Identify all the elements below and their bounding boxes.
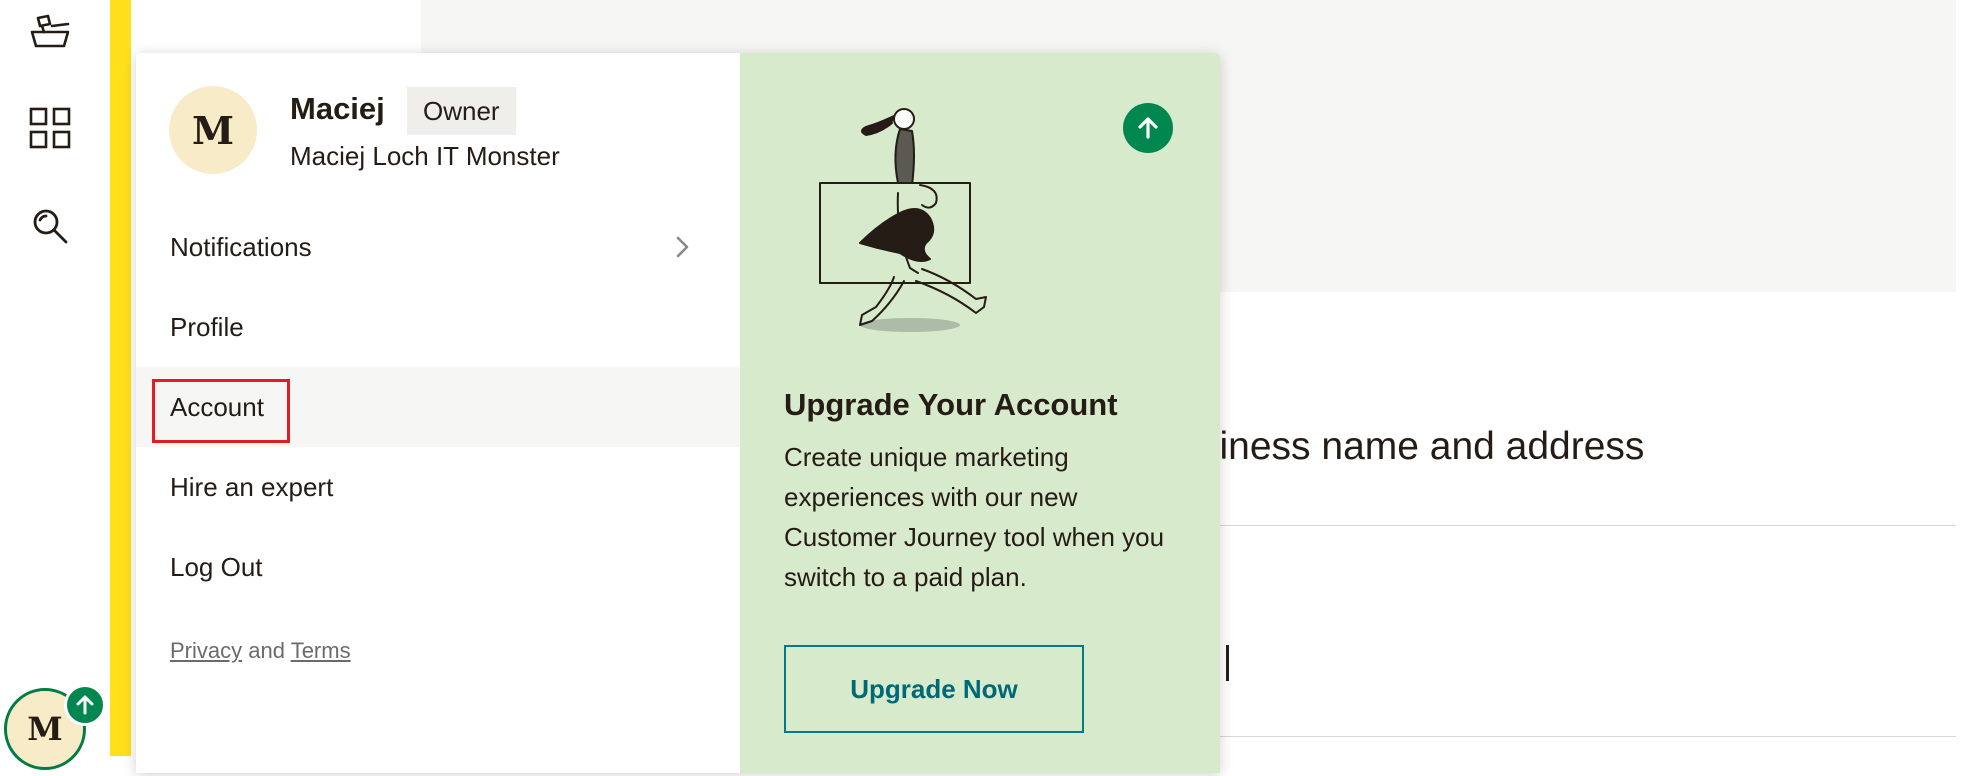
campaigns-icon[interactable] (26, 8, 74, 56)
promo-title: Upgrade Your Account (784, 387, 1118, 422)
menu-item-label: Log Out (170, 551, 263, 582)
menu-item-profile[interactable]: Profile (136, 287, 740, 367)
menu-item-account[interactable]: Account (136, 367, 740, 447)
brand-stripe (110, 0, 131, 756)
account-dropdown: M Maciej Owner Maciej Loch IT Monster No… (136, 53, 1220, 773)
role-badge: Owner (407, 87, 516, 135)
search-icon[interactable] (26, 202, 74, 250)
upgrade-now-button[interactable]: Upgrade Now (784, 645, 1084, 733)
user-avatar: M (169, 86, 257, 174)
upgrade-badge-icon (64, 684, 106, 726)
privacy-link[interactable]: Privacy (170, 638, 242, 663)
promo-description: Create unique marketing experiences with… (784, 442, 1165, 592)
upgrade-promo-pane: Upgrade Your Account Create unique marke… (740, 53, 1220, 773)
legal-links: Privacy and Terms (170, 638, 351, 664)
organization-name: Maciej Loch IT Monster (290, 141, 560, 171)
user-name: Maciej (290, 91, 385, 126)
divider (1210, 525, 1956, 526)
page-edge (1956, 0, 1966, 756)
background-section-heading: siness name and address (1200, 425, 1645, 468)
terms-link[interactable]: Terms (291, 638, 351, 663)
footer-and-text: and (248, 638, 285, 663)
grid-icon[interactable] (26, 104, 74, 152)
account-menu-avatar[interactable]: M (4, 684, 106, 776)
menu-item-label: Hire an expert (170, 471, 334, 502)
background-top-area (131, 0, 421, 60)
text-cursor (1226, 645, 1229, 681)
arrow-up-icon (1123, 103, 1173, 153)
promo-illustration (800, 93, 1020, 338)
divider (1210, 736, 1956, 737)
menu-item-log-out[interactable]: Log Out (136, 527, 740, 607)
menu-item-label: Notifications (170, 231, 312, 262)
account-menu-pane: M Maciej Owner Maciej Loch IT Monster No… (136, 53, 740, 773)
menu-item-label: Account (170, 391, 264, 422)
menu-item-notifications[interactable]: Notifications (136, 207, 740, 287)
chevron-right-icon (668, 233, 696, 261)
menu-item-hire-an-expert[interactable]: Hire an expert (136, 447, 740, 527)
menu-item-label: Profile (170, 311, 244, 342)
left-nav-rail: M (0, 0, 110, 770)
